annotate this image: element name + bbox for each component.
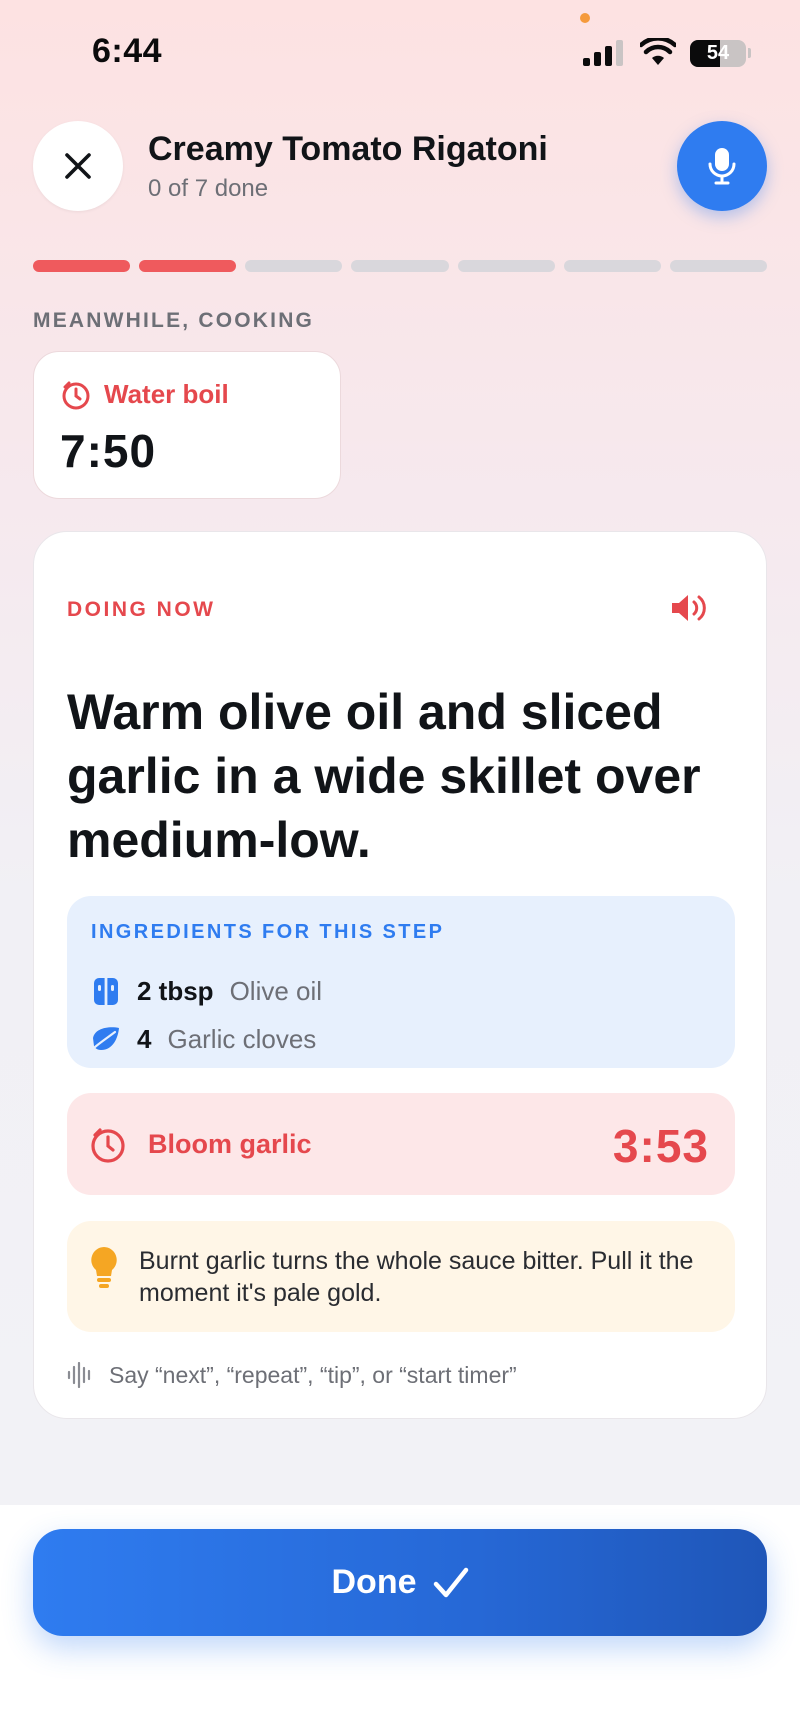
ingredient-row: 2 tbsp Olive oil <box>91 974 322 1008</box>
microphone-icon <box>708 148 736 185</box>
timer-icon <box>62 381 90 410</box>
progress-segment <box>563 260 661 272</box>
mic-in-use-indicator <box>580 13 590 23</box>
step-timer-value: 3:53 <box>612 1120 709 1172</box>
tip-text: Burnt garlic turns the whole sauce bitte… <box>139 1247 694 1307</box>
voice-hint-text: Say “next”, “repeat”, “tip”, or “start t… <box>109 1361 517 1388</box>
battery-indicator: 54 <box>690 40 746 67</box>
ingredients-title: INGREDIENTS FOR THIS STEP <box>91 921 445 943</box>
ingredient-name: Olive oil <box>229 975 323 1006</box>
step-timer-label: Bloom garlic <box>148 1129 312 1159</box>
progress-segment <box>245 260 343 272</box>
progress-segment <box>351 260 449 272</box>
ingredient-row: 4 Garlic cloves <box>91 1022 316 1056</box>
current-step-card: DOING NOW Warm olive oil and sliced garl… <box>33 531 767 1419</box>
close-button[interactable] <box>33 121 123 211</box>
waveform-icon <box>67 1362 91 1388</box>
progress-segment <box>139 260 237 272</box>
battery-percent: 54 <box>706 42 730 64</box>
progress-segment <box>33 260 131 272</box>
voice-hint: Say “next”, “repeat”, “tip”, or “start t… <box>67 1360 517 1390</box>
speaker-icon <box>672 595 706 621</box>
background-timer-value: 7:50 <box>60 425 157 477</box>
meanwhile-section-label: MEANWHILE, COOKING <box>33 309 315 332</box>
checkmark-icon <box>433 1567 468 1597</box>
read-aloud-button[interactable] <box>668 588 712 628</box>
bottle-icon <box>94 978 118 1005</box>
voice-control-button[interactable] <box>677 121 767 211</box>
progress-segment <box>457 260 555 272</box>
cellular-signal-icon <box>583 40 623 66</box>
timer-icon <box>91 1128 125 1163</box>
progress-segment <box>669 260 767 272</box>
lightbulb-icon <box>91 1247 117 1288</box>
status-time: 6:44 <box>92 32 163 70</box>
background-timer-card[interactable]: Water boil 7:50 <box>33 351 341 499</box>
progress-summary: 0 of 7 done <box>148 175 269 202</box>
close-icon <box>65 153 91 179</box>
status-bar: 6:44 54 <box>0 0 800 100</box>
leaf-icon <box>93 1027 119 1050</box>
ingredient-qty: 4 <box>137 1023 152 1054</box>
step-instruction: Warm olive oil and sliced garlic in a wi… <box>67 684 701 868</box>
step-ingredients-panel: INGREDIENTS FOR THIS STEP 2 tbsp Olive o… <box>67 896 735 1068</box>
step-timer[interactable]: Bloom garlic 3:53 <box>67 1093 735 1195</box>
done-button[interactable]: Done <box>33 1529 767 1636</box>
doing-now-label: DOING NOW <box>67 598 216 621</box>
ingredient-qty: 2 tbsp <box>137 975 214 1006</box>
tip-box: Burnt garlic turns the whole sauce bitte… <box>67 1221 735 1332</box>
done-button-label: Done <box>331 1563 417 1601</box>
ingredient-name: Garlic cloves <box>167 1023 317 1054</box>
recipe-title: Creamy Tomato Rigatoni <box>148 130 548 168</box>
wifi-icon <box>640 38 676 65</box>
battery-nub <box>748 48 751 58</box>
background-timer-label: Water boil <box>104 379 229 409</box>
step-progress-bar <box>33 260 767 272</box>
